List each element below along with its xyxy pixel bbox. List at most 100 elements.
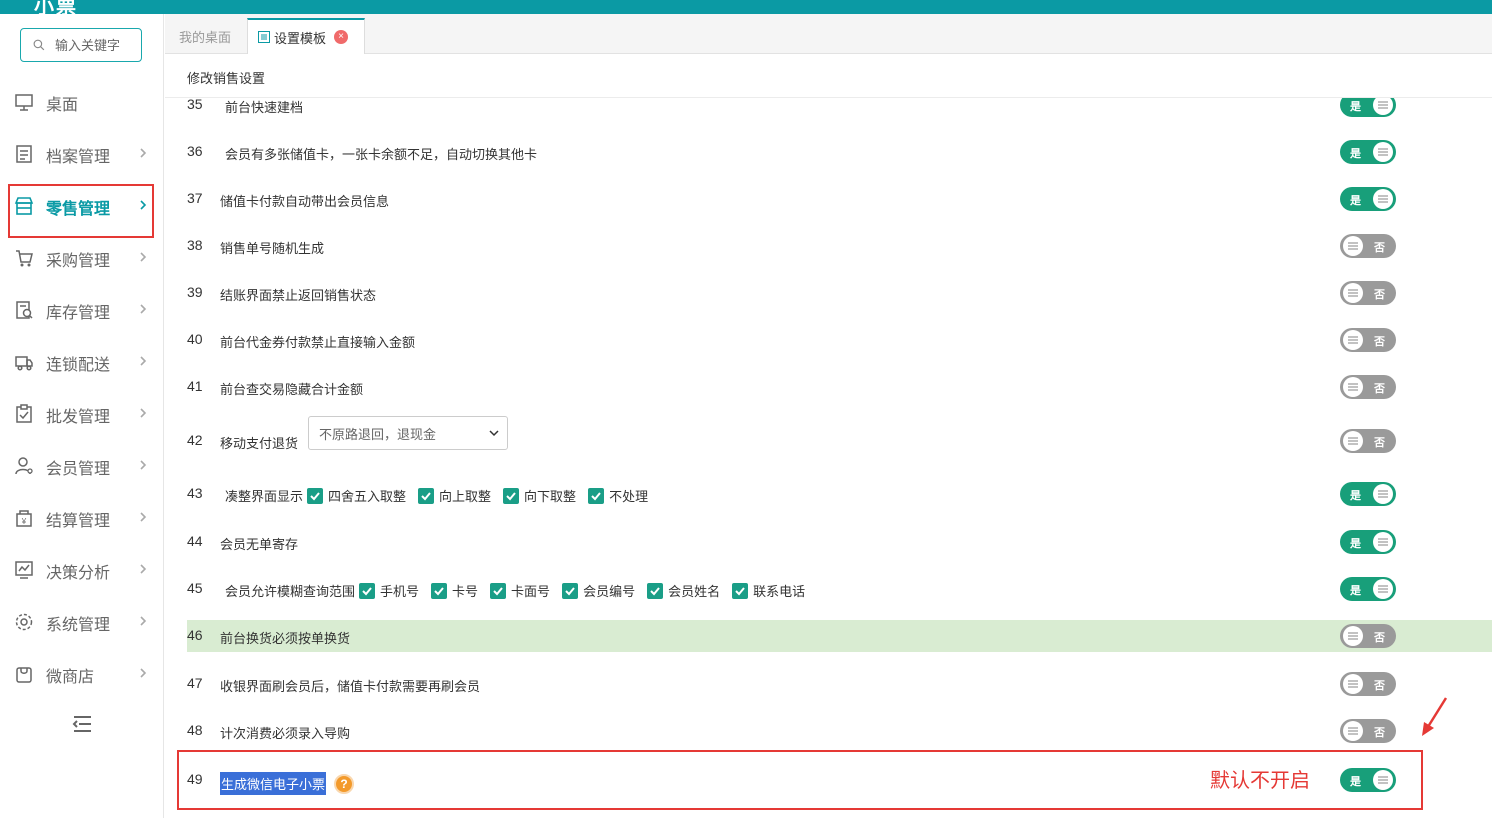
chevron-right-icon: [140, 512, 147, 522]
refund-mode-select[interactable]: 不原路退回，退现金: [308, 416, 508, 450]
option-checkbox[interactable]: 四舍五入取整: [307, 486, 406, 505]
sidebar-item-5[interactable]: 库存管理: [0, 284, 164, 336]
toggle-switch[interactable]: 是: [1340, 98, 1396, 117]
toggle-text: 否: [1374, 383, 1385, 395]
tabs-bar: 我的桌面 设置模板 ×: [165, 14, 1492, 54]
option-label: 会员姓名: [668, 584, 721, 599]
toggle-switch[interactable]: 是: [1340, 482, 1396, 506]
setting-label-group: 前台快速建档: [225, 98, 303, 116]
option-label: 联系电话: [753, 584, 806, 599]
toggle-knob-icon: [1343, 330, 1363, 350]
option-checkbox[interactable]: 会员编号: [562, 581, 635, 600]
setting-row: 47 收银界面刷会员后，储值卡付款需要再刷会员 否: [187, 668, 1492, 700]
sidebar-item-3[interactable]: 零售管理: [0, 180, 164, 232]
setting-row: 39 结账界面禁止返回销售状态 否: [187, 277, 1492, 309]
setting-label-group: 结账界面禁止返回销售状态: [220, 285, 376, 304]
option-checkbox[interactable]: 会员姓名: [647, 581, 720, 600]
sidebar-item-label: 微商店: [46, 669, 95, 686]
sidebar-item-4[interactable]: 采购管理: [0, 232, 164, 284]
option-label: 卡面号: [511, 584, 551, 599]
toggle-switch[interactable]: 否: [1340, 234, 1396, 258]
setting-label: 前台快速建档: [225, 100, 304, 115]
sidebar-item-1[interactable]: 桌面: [0, 76, 164, 128]
toggle-text: 是: [1350, 195, 1361, 207]
toggle-switch[interactable]: 是: [1340, 140, 1396, 164]
setting-label: 销售单号随机生成: [220, 241, 325, 256]
toggle-switch[interactable]: 否: [1340, 624, 1396, 648]
toggle-switch[interactable]: 否: [1340, 281, 1396, 305]
annotation-arrow-icon: [1422, 697, 1448, 736]
setting-row: 45 会员允许模糊查询范围 手机号 卡号 卡面号 会员编号 会员姓名 联系电话 是: [187, 573, 1492, 605]
toggle-knob-icon: [1343, 431, 1363, 451]
option-checkbox[interactable]: 手机号: [359, 581, 419, 600]
sidebar-item-2[interactable]: 档案管理: [0, 128, 164, 180]
annotation-note: 默认不开启: [1210, 770, 1310, 792]
sidebar-item-12[interactable]: 微商店: [0, 648, 164, 700]
option-checkbox[interactable]: 不处理: [588, 486, 648, 505]
toggle-switch[interactable]: 否: [1340, 429, 1396, 453]
option-checkbox[interactable]: 卡面号: [490, 581, 550, 600]
tab-settings-template[interactable]: 设置模板 ×: [247, 18, 365, 54]
collapse-menu-icon[interactable]: [70, 712, 94, 736]
toggle-text: 是: [1350, 585, 1361, 597]
option-checkbox[interactable]: 联系电话: [732, 581, 805, 600]
toggle-text: 否: [1374, 437, 1385, 449]
row-number: 41: [187, 378, 203, 394]
search-box[interactable]: [20, 28, 142, 62]
member-icon: [15, 457, 33, 475]
checkbox-checked-icon: [418, 487, 435, 504]
option-checkbox[interactable]: 卡号: [431, 581, 478, 600]
chevron-right-icon: [140, 252, 147, 262]
toggle-text: 否: [1374, 680, 1385, 692]
settlement-icon: ¥: [16, 510, 32, 527]
toggle-switch[interactable]: 否: [1340, 719, 1396, 743]
setting-label-group: 计次消费必须录入导购: [220, 723, 350, 742]
setting-label: 移动支付退货: [220, 436, 299, 451]
checkbox-checked-icon: [562, 582, 579, 599]
archive-icon: [16, 145, 32, 163]
setting-label: 会员允许模糊查询范围: [225, 584, 356, 599]
toggle-switch[interactable]: 否: [1340, 375, 1396, 399]
wholesale-icon: [16, 404, 32, 423]
sidebar-item-11[interactable]: 系统管理: [0, 596, 164, 648]
sidebar-item-9[interactable]: ¥ 结算管理: [0, 492, 164, 544]
checkbox-checked-icon: [588, 487, 605, 504]
tab-label: 我的桌面: [178, 29, 231, 45]
search-input[interactable]: [53, 36, 141, 54]
toggle-switch[interactable]: 是: [1340, 577, 1396, 601]
toggle-switch[interactable]: 是: [1340, 530, 1396, 554]
store-icon: [14, 197, 34, 215]
toggle-switch[interactable]: 否: [1340, 328, 1396, 352]
sidebar-item-label: 会员管理: [46, 461, 111, 478]
setting-row: 48 计次消费必须录入导购 否: [187, 715, 1492, 747]
toggle-switch[interactable]: 否: [1340, 672, 1396, 696]
gear-icon: [15, 613, 33, 631]
setting-label-group: 移动支付退货: [220, 433, 298, 452]
setting-row: 44 会员无单寄存 是: [187, 526, 1492, 558]
help-icon[interactable]: ?: [334, 773, 355, 794]
chevron-right-icon: [140, 616, 147, 626]
sidebar-item-label: 档案管理: [46, 149, 111, 166]
toggle-text: 是: [1350, 148, 1361, 160]
sidebar-item-6[interactable]: 连锁配送: [0, 336, 164, 388]
inventory-icon: [16, 301, 33, 319]
row-number: 48: [187, 722, 203, 738]
setting-label: 收银界面刷会员后，储值卡付款需要再刷会员: [220, 679, 481, 694]
tab-my-desktop[interactable]: 我的桌面: [165, 18, 245, 54]
option-checkbox[interactable]: 向下取整: [503, 486, 576, 505]
setting-row: 41 前台查交易隐藏合计金额 否: [187, 371, 1492, 403]
toggle-knob-icon: [1373, 532, 1393, 552]
settings-list: 35 前台快速建档是 36 会员有多张储值卡，一张卡余额不足，自动切换其他卡是 37 储值…: [165, 98, 1492, 818]
option-checkbox[interactable]: 向上取整: [418, 486, 491, 505]
panel-title: 修改销售设置: [187, 71, 266, 86]
sidebar-item-8[interactable]: 会员管理: [0, 440, 164, 492]
sidebar-item-10[interactable]: 决策分析: [0, 544, 164, 596]
row-number: 46: [187, 627, 203, 643]
row-number: 35: [187, 98, 203, 112]
checkbox-checked-icon: [503, 487, 520, 504]
close-tab-icon[interactable]: ×: [334, 30, 349, 44]
setting-row: 43 凑整界面显示 四舍五入取整 向上取整 向下取整 不处理 是: [187, 478, 1492, 510]
toggle-switch[interactable]: 是: [1340, 187, 1396, 211]
sidebar-item-7[interactable]: 批发管理: [0, 388, 164, 440]
toggle-switch[interactable]: 是: [1340, 768, 1396, 792]
